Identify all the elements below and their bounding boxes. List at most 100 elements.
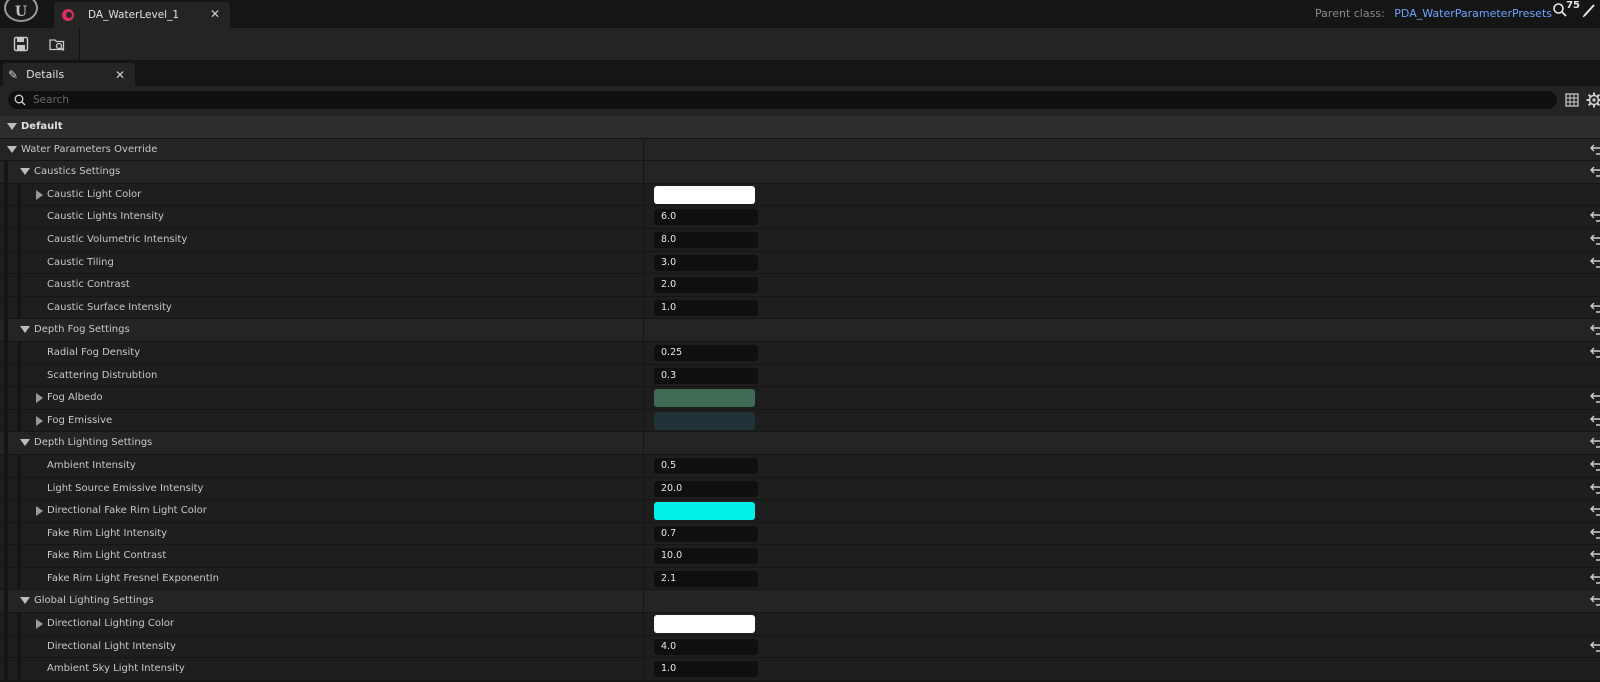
numeric-value-field[interactable]: 20.0 [654,480,758,497]
collapse-arrow-icon[interactable] [7,123,17,130]
numeric-value-field[interactable]: 0.7 [654,525,758,542]
color-picker-swatch[interactable] [654,615,755,634]
column-splitter[interactable] [643,590,644,613]
prop-caustic-surface-intensity[interactable]: Caustic Surface Intensity 1.0 [0,296,1600,320]
column-splitter[interactable] [643,545,644,567]
reset-to-default-icon[interactable] [1590,483,1600,495]
expand-arrow-icon[interactable] [36,506,43,517]
column-splitter[interactable] [643,206,644,228]
reset-to-default-icon[interactable] [1590,641,1600,653]
collapse-arrow-icon[interactable] [20,439,30,447]
column-splitter[interactable] [643,138,644,161]
column-splitter[interactable] [643,409,644,432]
reset-to-default-icon[interactable] [1590,324,1600,336]
group-depth-fog-settings[interactable]: Depth Fog Settings [0,319,1600,342]
reset-to-default-icon[interactable] [1590,573,1600,585]
color-picker-swatch[interactable] [654,411,755,430]
prop-ambient-intensity[interactable]: Ambient Intensity 0.5 [0,454,1600,478]
property-matrix-icon[interactable] [1565,93,1579,107]
column-splitter[interactable] [643,454,644,477]
collapse-arrow-icon[interactable] [20,168,30,176]
collapse-arrow-icon[interactable] [7,145,17,153]
numeric-value-field[interactable]: 0.3 [654,367,758,384]
column-splitter[interactable] [643,387,644,409]
color-picker-swatch[interactable] [654,185,755,204]
reset-to-default-icon[interactable] [1590,234,1600,246]
reset-to-default-icon[interactable] [1590,166,1600,178]
reset-to-default-icon[interactable] [1590,437,1600,449]
column-splitter[interactable] [643,567,644,590]
column-splitter[interactable] [643,161,644,183]
prop-directional-fake-rim-light-color[interactable]: Directional Fake Rim Light Color [0,500,1600,523]
unreal-logo-icon[interactable]: U [4,0,38,22]
reset-to-default-icon[interactable] [1590,347,1600,359]
reset-to-default-icon[interactable] [1590,460,1600,472]
numeric-value-field[interactable]: 2.0 [654,277,758,294]
group-water-parameters-override[interactable]: Water Parameters Override [0,138,1600,162]
expand-arrow-icon[interactable] [36,393,43,404]
column-splitter[interactable] [643,432,644,454]
group-depth-lighting-settings[interactable]: Depth Lighting Settings [0,432,1600,455]
numeric-value-field[interactable]: 4.0 [654,638,758,655]
prop-scattering-distribution[interactable]: Scattering Distrubtion 0.3 [0,364,1600,388]
numeric-value-field[interactable]: 6.0 [654,209,758,226]
save-button[interactable] [8,33,34,55]
column-splitter[interactable] [643,658,644,680]
reset-to-default-icon[interactable] [1590,392,1600,404]
column-splitter[interactable] [643,522,644,545]
column-splitter[interactable] [643,251,644,274]
column-splitter[interactable] [643,635,644,658]
reset-to-default-icon[interactable] [1590,528,1600,540]
collapse-arrow-icon[interactable] [20,326,30,334]
column-splitter[interactable] [643,500,644,522]
numeric-value-field[interactable]: 1.0 [654,661,758,678]
settings-gear-icon[interactable] [1586,92,1600,108]
numeric-value-field[interactable]: 1.0 [654,299,758,316]
browse-to-asset-button[interactable] [44,33,70,55]
prop-fake-rim-light-intensity[interactable]: Fake Rim Light Intensity 0.7 [0,522,1600,546]
reset-to-default-icon[interactable] [1590,257,1600,269]
prop-fog-albedo[interactable]: Fog Albedo [0,387,1600,410]
reset-to-default-icon[interactable] [1590,211,1600,223]
prop-caustic-tiling[interactable]: Caustic Tiling 3.0 [0,251,1600,275]
reset-to-default-icon[interactable] [1590,415,1600,427]
prop-caustic-light-color[interactable]: Caustic Light Color [0,183,1600,207]
column-splitter[interactable] [643,274,644,296]
column-splitter[interactable] [643,183,644,206]
prop-caustic-lights-intensity[interactable]: Caustic Lights Intensity 6.0 [0,206,1600,229]
expand-arrow-icon[interactable] [36,415,43,426]
prop-fake-rim-light-fresnel-exponent[interactable]: Fake Rim Light Fresnel ExponentIn 2.1 [0,567,1600,591]
prop-directional-lighting-color[interactable]: Directional Lighting Color [0,613,1600,636]
column-splitter[interactable] [643,477,644,500]
column-splitter[interactable] [643,228,644,251]
search-input[interactable] [33,94,1433,106]
numeric-value-field[interactable]: 2.1 [654,570,758,587]
category-default[interactable]: Default [0,116,1600,139]
numeric-value-field[interactable]: 3.0 [654,254,758,271]
prop-directional-light-intensity[interactable]: Directional Light Intensity 4.0 [0,635,1600,659]
parent-class-link[interactable]: PDA_WaterParameterPresets [1394,7,1552,20]
column-splitter[interactable] [643,341,644,364]
expand-arrow-icon[interactable] [36,189,43,200]
expand-arrow-icon[interactable] [36,619,43,630]
prop-caustic-contrast[interactable]: Caustic Contrast 2.0 [0,274,1600,297]
reset-to-default-icon[interactable] [1590,302,1600,314]
numeric-value-field[interactable]: 10.0 [654,548,758,565]
prop-fog-emissive[interactable]: Fog Emissive [0,409,1600,433]
color-picker-swatch[interactable] [654,502,755,521]
prop-fake-rim-light-contrast[interactable]: Fake Rim Light Contrast 10.0 [0,545,1600,568]
reset-to-default-icon[interactable] [1590,595,1600,607]
details-panel-tab[interactable]: ✎ Details ✕ [3,63,135,86]
group-caustics-settings[interactable]: Caustics Settings [0,161,1600,184]
column-splitter[interactable] [643,296,644,319]
prop-radial-fog-density[interactable]: Radial Fog Density 0.25 [0,341,1600,365]
reset-to-default-icon[interactable] [1590,550,1600,562]
reset-to-default-icon[interactable] [1590,144,1600,156]
column-splitter[interactable] [643,319,644,341]
numeric-value-field[interactable]: 0.25 [654,344,758,361]
asset-tab[interactable]: DA_WaterLevel_1 ✕ [54,2,230,28]
search-box[interactable] [8,91,1557,109]
close-details-icon[interactable]: ✕ [115,68,125,82]
prop-caustic-volumetric-intensity[interactable]: Caustic Volumetric Intensity 8.0 [0,228,1600,252]
group-global-lighting-settings[interactable]: Global Lighting Settings [0,590,1600,614]
